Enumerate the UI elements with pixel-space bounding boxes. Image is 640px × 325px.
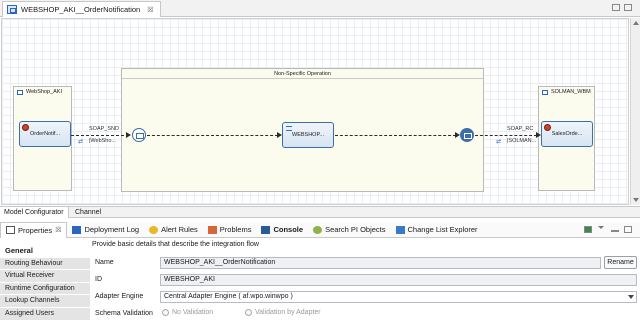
sender-channel-label[interactable]: SOAP_SND bbox=[89, 126, 119, 132]
minimize-icon[interactable] bbox=[611, 230, 619, 232]
scroll-up-icon[interactable] bbox=[633, 21, 639, 25]
open-external-icon[interactable] bbox=[584, 226, 592, 233]
adapter-engine-select[interactable]: Central Adapter Engine ( af.wpo.winwpo ) bbox=[160, 291, 637, 303]
sender-channel-sublabel: |WebSho... bbox=[89, 138, 117, 144]
radio-validation-by-adapter[interactable]: Validation by Adapter bbox=[245, 309, 321, 316]
integration-task-label: WEBSHOP... bbox=[292, 132, 324, 138]
maximize-icon[interactable] bbox=[624, 226, 632, 233]
tab-alert-rules[interactable]: Alert Rules bbox=[144, 222, 203, 238]
arrow-head bbox=[455, 132, 460, 138]
properties-icon bbox=[6, 226, 15, 234]
problems-icon bbox=[207, 225, 217, 234]
receiver-task-label: SalesOrde... bbox=[551, 131, 583, 137]
editor-tab-iflow[interactable]: WEBSHOP_AKI__OrderNotification ☒ bbox=[2, 1, 161, 17]
model-tab-bar: Model Configurator Channel bbox=[0, 206, 640, 218]
tab-problems-label: Problems bbox=[219, 225, 252, 234]
tab-deployment-log-label: Deployment Log bbox=[84, 225, 140, 234]
console-icon bbox=[261, 225, 271, 234]
receiver-channel-label[interactable]: SOAP_RC bbox=[507, 126, 533, 132]
tab-channel[interactable]: Channel bbox=[71, 207, 105, 218]
sidebar-item-runtime-configuration[interactable]: Runtime Configuration bbox=[0, 282, 90, 296]
arrow-head bbox=[277, 132, 282, 138]
rename-button[interactable]: Rename bbox=[604, 256, 637, 269]
editor-tab-title: WEBSHOP_AKI__OrderNotification bbox=[21, 5, 141, 14]
receiver-system-icon bbox=[544, 124, 551, 131]
integration-task[interactable]: WEBSHOP... bbox=[282, 122, 334, 148]
receiver-channel-flow[interactable] bbox=[475, 135, 537, 136]
search-pi-icon bbox=[313, 225, 323, 234]
tab-alert-rules-label: Alert Rules bbox=[161, 225, 198, 234]
tab-change-list-explorer-label: Change List Explorer bbox=[407, 225, 478, 234]
tab-properties[interactable]: Properties ☒ bbox=[0, 221, 68, 238]
channel-icon: ⇄ bbox=[496, 139, 502, 145]
tab-model-configurator[interactable]: Model Configurator bbox=[0, 207, 69, 218]
name-label: Name bbox=[95, 259, 114, 266]
chevron-down-icon[interactable] bbox=[628, 295, 634, 299]
section-description: Provide basic details that describe the … bbox=[92, 241, 259, 248]
component-icon bbox=[542, 89, 548, 95]
message-end-event[interactable] bbox=[460, 128, 474, 142]
close-icon[interactable]: ☒ bbox=[147, 6, 153, 14]
sender-system-icon bbox=[22, 124, 29, 131]
operation-title: Non-Specific Operation bbox=[122, 69, 483, 79]
component-icon bbox=[17, 89, 23, 95]
sidebar-item-assigned-users[interactable]: Assigned Users bbox=[0, 307, 90, 321]
deployment-log-icon bbox=[72, 225, 82, 234]
sender-task[interactable]: OrderNotif... bbox=[19, 121, 71, 147]
editor-tab-bar: WEBSHOP_AKI__OrderNotification ☒ bbox=[0, 0, 640, 17]
adapter-engine-value: Central Adapter Engine ( af.wpo.winwpo ) bbox=[164, 293, 293, 300]
sidebar-item-routing-behaviour[interactable]: Routing Behaviour bbox=[0, 257, 90, 271]
tab-deployment-log[interactable]: Deployment Log bbox=[67, 222, 144, 238]
sidebar-item-lookup-channels[interactable]: Lookup Channels bbox=[0, 295, 90, 308]
sequence-flow-in[interactable] bbox=[147, 135, 278, 136]
message-start-event[interactable] bbox=[132, 128, 146, 142]
view-menu-icon[interactable] bbox=[598, 226, 604, 229]
radio-no-validation[interactable]: No Validation bbox=[162, 309, 213, 316]
view-tab-bar: Properties ☒ Deployment Log Alert Rules … bbox=[0, 221, 640, 238]
integration-flow-icon bbox=[7, 5, 17, 14]
canvas-scrollbar[interactable] bbox=[630, 18, 640, 205]
radio-validation-by-adapter-label: Validation by Adapter bbox=[255, 309, 321, 316]
sender-task-label: OrderNotif... bbox=[30, 131, 60, 137]
change-list-icon bbox=[395, 225, 405, 234]
receiver-task[interactable]: SalesOrde... bbox=[541, 121, 593, 147]
sender-channel-flow[interactable] bbox=[71, 135, 129, 136]
properties-sidebar: General Routing Behaviour Virtual Receiv… bbox=[0, 245, 90, 325]
close-icon[interactable]: ☒ bbox=[55, 226, 61, 234]
id-field: WEBSHOP_AKI bbox=[160, 274, 637, 286]
tab-console[interactable]: Console bbox=[256, 222, 308, 238]
radio-no-validation-label: No Validation bbox=[172, 309, 214, 316]
schema-validation-label: Schema Validation bbox=[95, 310, 153, 317]
maximize-icon[interactable] bbox=[624, 4, 632, 11]
tab-change-list-explorer[interactable]: Change List Explorer bbox=[391, 222, 483, 238]
tab-problems[interactable]: Problems bbox=[203, 222, 257, 238]
sender-pool-label: WebShop_AKI bbox=[26, 89, 62, 95]
alert-rules-icon bbox=[149, 225, 159, 234]
tab-properties-label: Properties bbox=[18, 225, 53, 235]
sidebar-item-virtual-receiver[interactable]: Virtual Receiver bbox=[0, 270, 90, 283]
id-label: ID bbox=[95, 276, 102, 283]
scroll-down-icon[interactable] bbox=[633, 198, 639, 202]
task-lines-icon bbox=[286, 126, 292, 131]
integration-flow-canvas[interactable]: WebShop_AKI OrderNotif... Non-Specific O… bbox=[1, 18, 629, 205]
tab-search-pi-objects[interactable]: Search PI Objects bbox=[308, 222, 390, 238]
arrow-head bbox=[126, 132, 131, 138]
receiver-pool-header: SOLMAN_WBM bbox=[539, 87, 594, 97]
channel-icon: ⇄ bbox=[78, 139, 84, 145]
receiver-channel-sublabel: |SOLMAN... bbox=[507, 138, 537, 144]
sequence-flow-out[interactable] bbox=[335, 135, 456, 136]
tab-search-pi-objects-label: Search PI Objects bbox=[325, 225, 386, 234]
adapter-engine-label: Adapter Engine bbox=[95, 293, 144, 300]
tab-console-label: Console bbox=[273, 225, 304, 234]
arrow-head bbox=[536, 132, 541, 138]
sidebar-item-general[interactable]: General bbox=[0, 245, 90, 258]
sender-pool-header: WebShop_AKI bbox=[14, 87, 71, 97]
name-field[interactable]: WEBSHOP_AKI__OrderNotification bbox=[160, 257, 601, 269]
minimize-icon[interactable] bbox=[612, 4, 620, 11]
radio-icon bbox=[245, 309, 252, 316]
receiver-pool-label: SOLMAN_WBM bbox=[551, 89, 591, 95]
radio-icon bbox=[162, 309, 169, 316]
